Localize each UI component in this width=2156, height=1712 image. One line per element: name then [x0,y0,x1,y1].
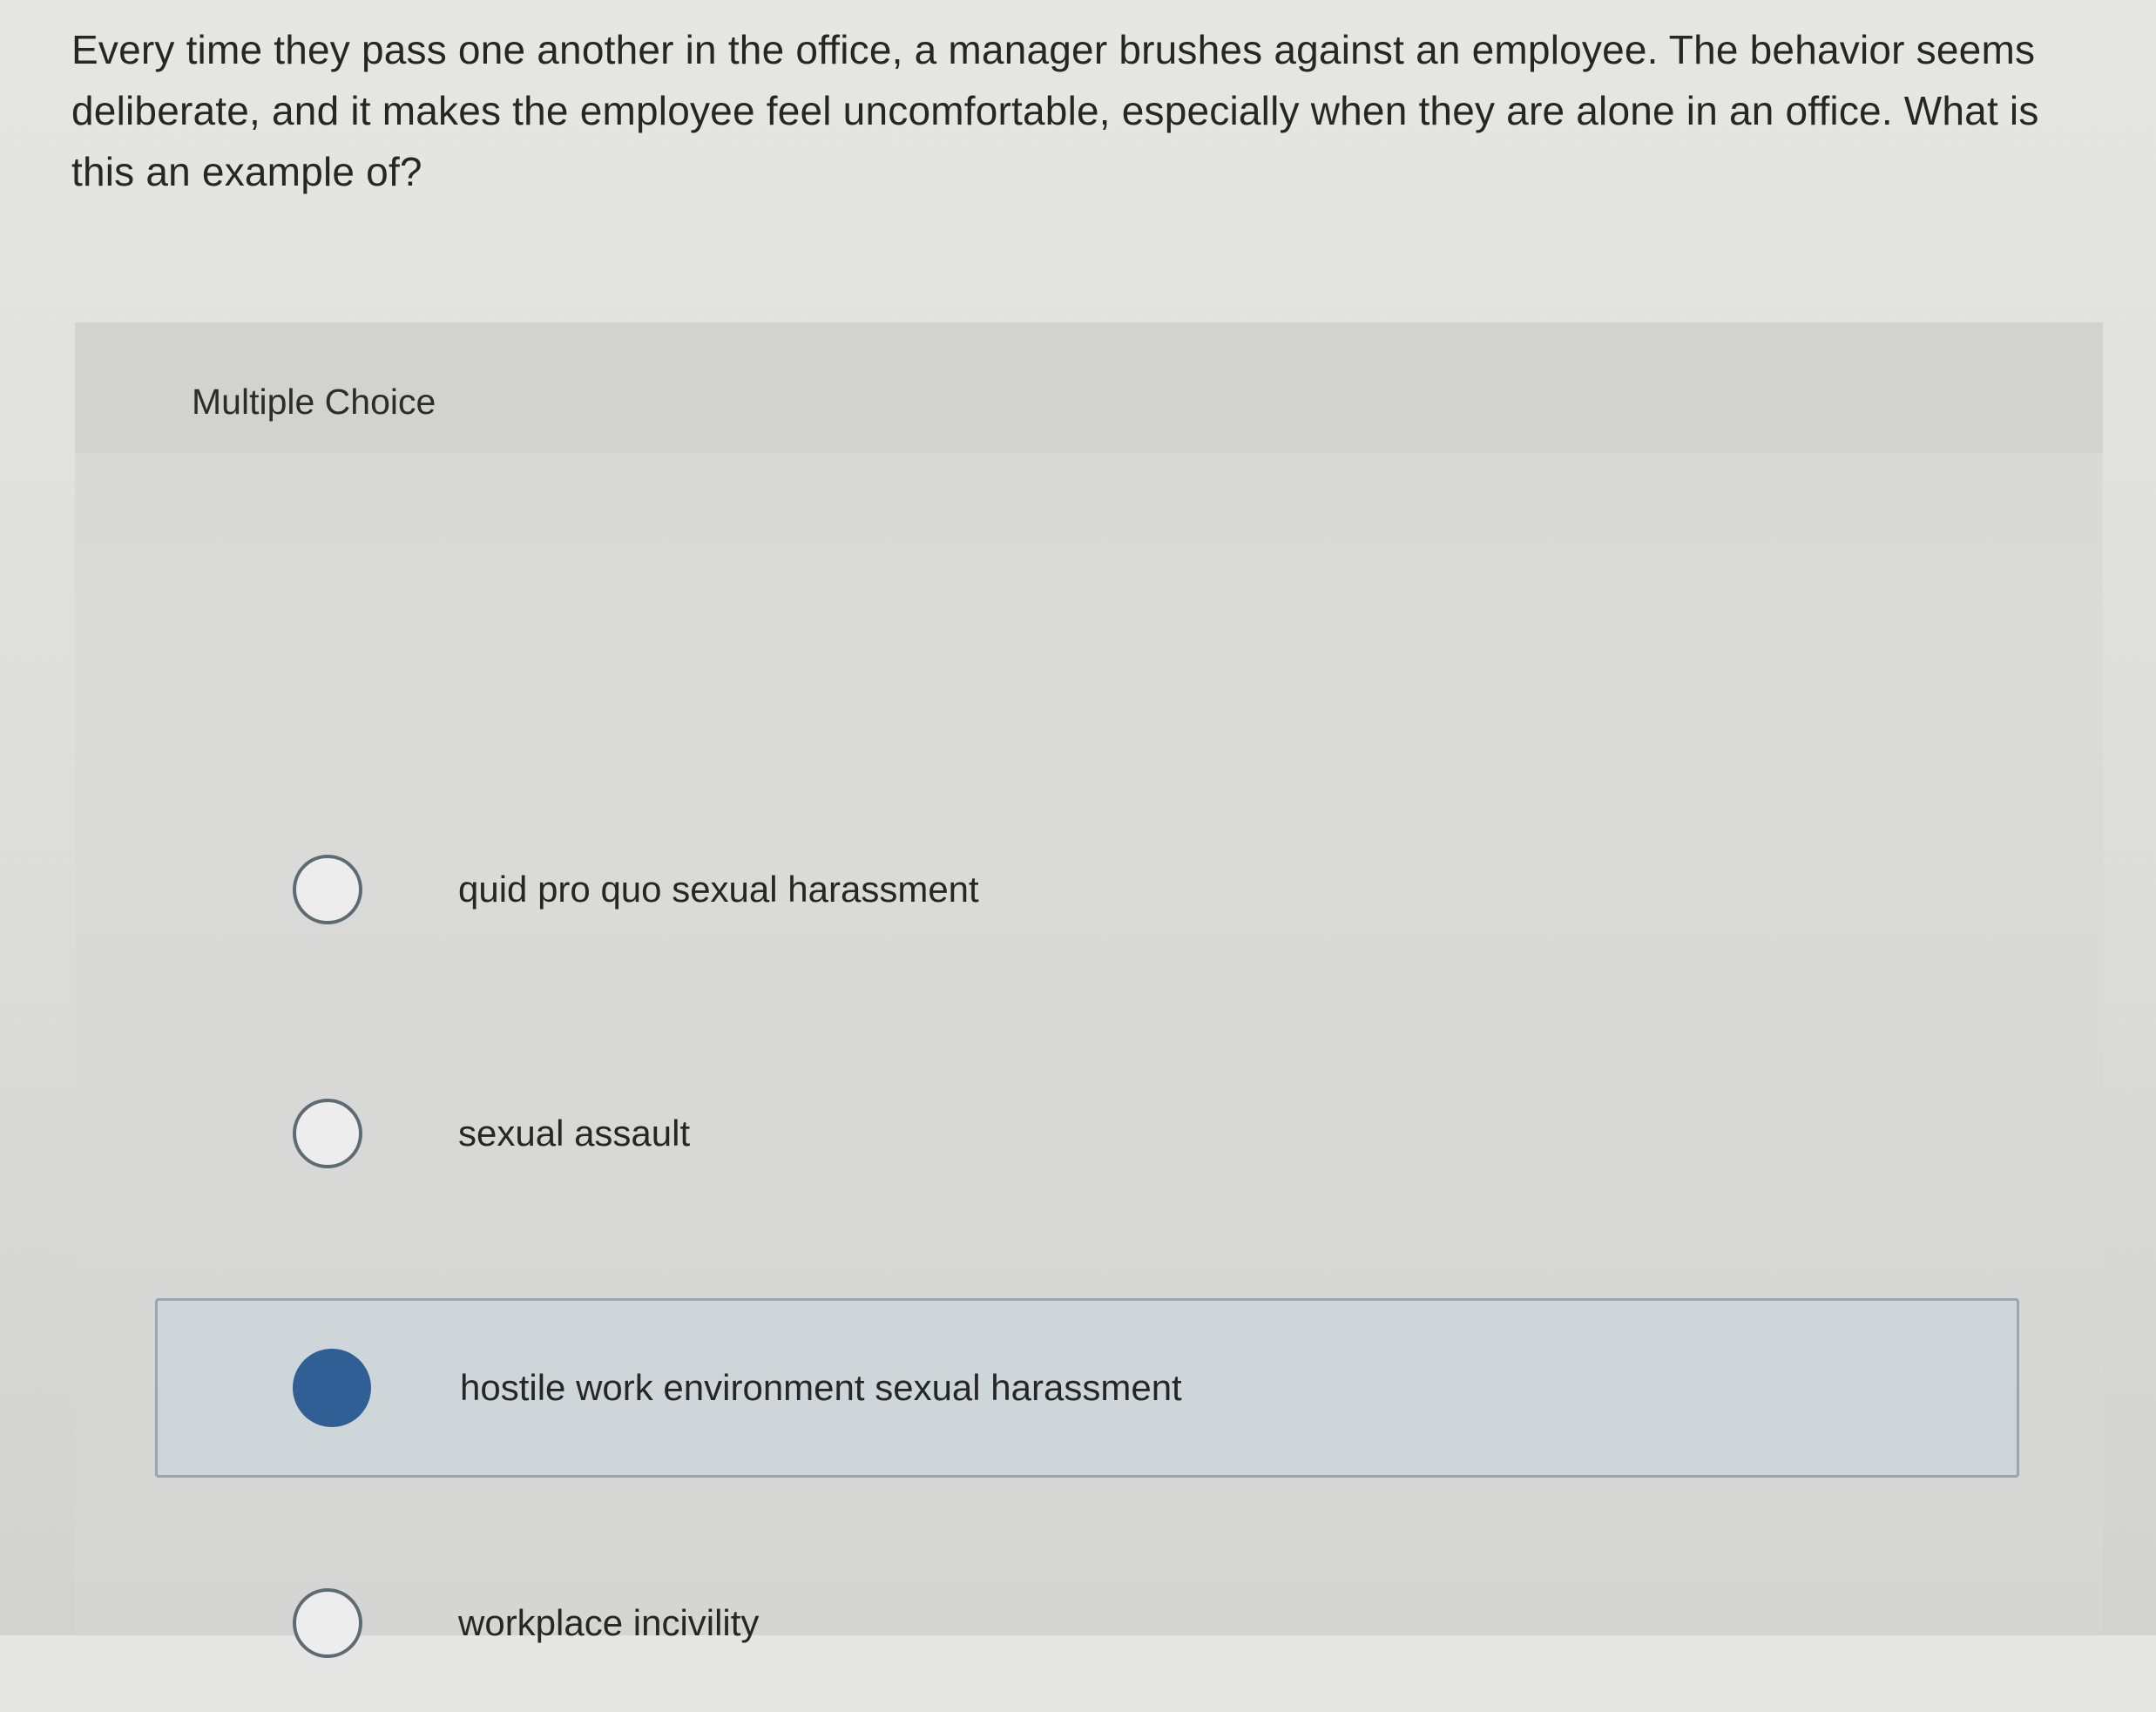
choice-option-1[interactable]: quid pro quo sexual harassment [155,800,2019,978]
choice-option-2[interactable]: sexual assault [155,1044,2019,1222]
radio-button[interactable] [293,854,362,924]
choice-label: sexual assault [458,1112,691,1154]
choice-option-4[interactable]: workplace incivility [155,1533,2019,1712]
multiple-choice-panel: Multiple Choice quid pro quo sexual hara… [75,322,2103,1658]
radio-button[interactable] [293,1587,362,1658]
choice-label: hostile work environment sexual harassme… [460,1367,1182,1408]
choice-label: quid pro quo sexual harassment [458,868,979,910]
choice-label: workplace incivility [458,1601,760,1643]
choice-option-3[interactable]: hostile work environment sexual harassme… [155,1298,2019,1478]
panel-header: Multiple Choice [75,322,2103,453]
radio-button[interactable] [293,1098,362,1168]
radio-button[interactable] [293,1349,371,1427]
question-type-label: Multiple Choice [192,382,436,422]
question-text: Every time they pass one another in the … [71,27,2039,194]
